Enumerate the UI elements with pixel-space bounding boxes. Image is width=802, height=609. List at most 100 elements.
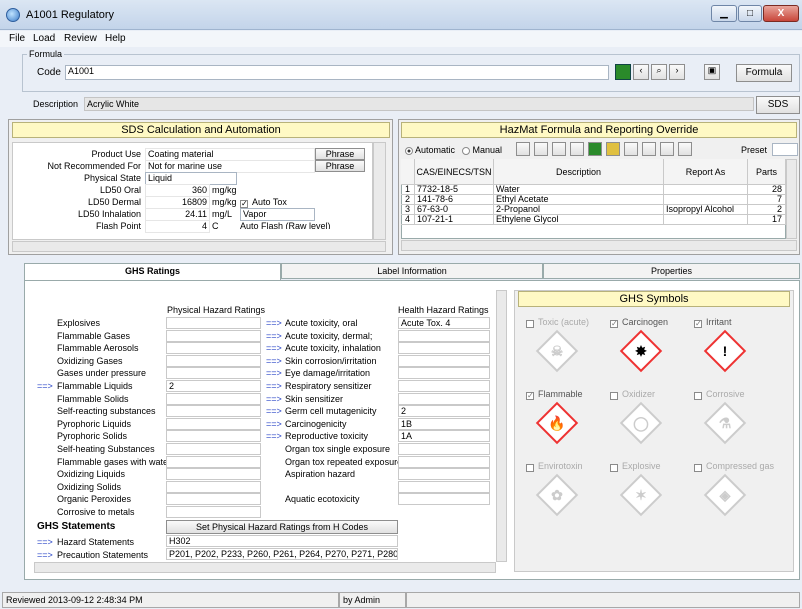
phys-hazard-value[interactable] [166,367,261,380]
description-cell[interactable]: Water [494,185,664,195]
next-button[interactable]: › [669,64,685,80]
report-as-cell[interactable]: Isopropyl Alcohol [664,205,748,215]
paste-icon[interactable] [642,142,656,156]
col-description[interactable]: Description [494,159,664,185]
copy-icon[interactable] [624,142,638,156]
symbol-checkbox[interactable]: ✓ [526,390,534,400]
symbol-checkbox[interactable] [610,462,618,472]
phys-hazard-value[interactable] [166,354,261,367]
close-button[interactable]: X [763,5,799,22]
edit-icon[interactable] [606,142,620,156]
auto-tox-checkbox[interactable]: ✓ [240,198,248,208]
delete-icon[interactable] [552,142,566,156]
health-hazard-value[interactable] [398,480,490,493]
search-icon[interactable]: ⌕ [651,64,667,80]
hazmat-hscrollbar[interactable] [401,240,797,251]
symbol-checkbox[interactable] [526,318,534,328]
phrase-button[interactable]: Phrase [315,148,365,160]
health-hazard-value[interactable] [398,455,490,468]
parts-cell[interactable]: 28 [748,185,786,195]
insert-icon[interactable] [534,142,548,156]
precaution-statements-field[interactable]: P201, P202, P233, P260, P261, P264, P270… [166,548,398,560]
health-hazard-value[interactable] [398,354,490,367]
phys-hazard-value[interactable] [166,342,261,355]
health-hazard-value[interactable]: 1A [398,430,490,443]
new-icon[interactable] [516,142,530,156]
tab-properties[interactable]: Properties [543,263,800,279]
cas-cell[interactable]: 7732-18-5 [415,185,494,195]
description-cell[interactable]: 2-Propanol [494,205,664,215]
symbol-checkbox[interactable]: ✓ [610,318,618,328]
cas-cell[interactable]: 107-21-1 [415,215,494,225]
phys-hazard-value[interactable] [166,405,261,418]
health-hazard-value[interactable]: 1B [398,417,490,430]
symbol-checkbox[interactable]: ✓ [694,318,702,328]
cas-cell[interactable]: 67-63-0 [415,205,494,215]
wrench-icon[interactable] [678,142,692,156]
print-icon[interactable] [660,142,674,156]
phys-hazard-value[interactable] [166,506,261,518]
symbol-checkbox[interactable] [610,390,618,400]
report-as-cell[interactable] [664,195,748,205]
sds-scrollbar[interactable] [373,142,386,240]
radio-manual[interactable]: Manual [462,145,502,155]
health-hazard-value[interactable]: Acute Tox. 4 [398,317,490,329]
symbol-checkbox[interactable] [694,462,702,472]
phys-hazard-value[interactable] [166,392,261,405]
menu-help[interactable]: Help [105,33,126,44]
ghs-scrollbar[interactable] [496,290,507,562]
code-input[interactable]: A1001 [65,65,609,80]
parts-cell[interactable]: 7 [748,195,786,205]
phys-hazard-value[interactable] [166,430,261,443]
undo-icon[interactable] [588,142,602,156]
preset-input[interactable] [772,143,798,156]
tab-ghs-ratings[interactable]: GHS Ratings [24,263,281,281]
description-cell[interactable]: Ethyl Acetate [494,195,664,205]
health-hazard-value[interactable] [398,329,490,342]
phys-hazard-value[interactable]: 2 [166,380,261,392]
tab-label-information[interactable]: Label Information [281,263,543,279]
prev-button[interactable]: ‹ [633,64,649,80]
menu-review[interactable]: Review [64,33,97,44]
radio-automatic[interactable]: Automatic [405,145,455,155]
refresh-icon[interactable] [615,64,631,80]
sds-button[interactable]: SDS [756,96,800,114]
hazard-statements-field[interactable]: H302 [166,535,398,547]
save-icon[interactable]: ▣ [704,64,720,80]
inhalation-type-select[interactable]: Vapor [240,208,315,221]
set-physical-hazard-button[interactable]: Set Physical Hazard Ratings from H Codes [166,520,398,534]
report-as-cell[interactable] [664,185,748,195]
sds-hscrollbar[interactable] [12,241,386,252]
health-hazard-value[interactable]: 2 [398,405,490,418]
find-icon[interactable] [570,142,584,156]
hazmat-scrollbar[interactable] [786,159,797,239]
minimize-button[interactable]: ▁ [711,5,737,22]
maximize-button[interactable]: □ [738,5,762,22]
report-as-cell[interactable] [664,215,748,225]
phrase-button[interactable]: Phrase [315,160,365,172]
menu-file[interactable]: File [9,33,25,44]
phys-hazard-value[interactable] [166,455,261,468]
phys-hazard-value[interactable] [166,317,261,329]
sds-value[interactable]: 4 [145,220,210,233]
col-cas[interactable]: CAS/EINECS/TSN [415,159,494,185]
description-field[interactable]: Acrylic White [84,97,754,111]
health-hazard-value[interactable] [398,392,490,405]
symbol-checkbox[interactable] [526,462,534,472]
phys-hazard-value[interactable] [166,468,261,481]
health-hazard-value[interactable] [398,493,490,506]
description-cell[interactable]: Ethylene Glycol [494,215,664,225]
phys-hazard-value[interactable] [166,417,261,430]
col-parts[interactable]: Parts [748,159,786,185]
health-hazard-value[interactable] [398,380,490,392]
menu-load[interactable]: Load [33,33,55,44]
parts-cell[interactable]: 2 [748,205,786,215]
health-hazard-value[interactable] [398,468,490,481]
formula-button[interactable]: Formula [736,64,792,82]
cas-cell[interactable]: 141-78-6 [415,195,494,205]
health-hazard-value[interactable] [398,367,490,380]
health-hazard-value[interactable] [398,443,490,455]
symbol-checkbox[interactable] [694,390,702,400]
phys-hazard-value[interactable] [166,493,261,506]
phys-hazard-value[interactable] [166,480,261,493]
